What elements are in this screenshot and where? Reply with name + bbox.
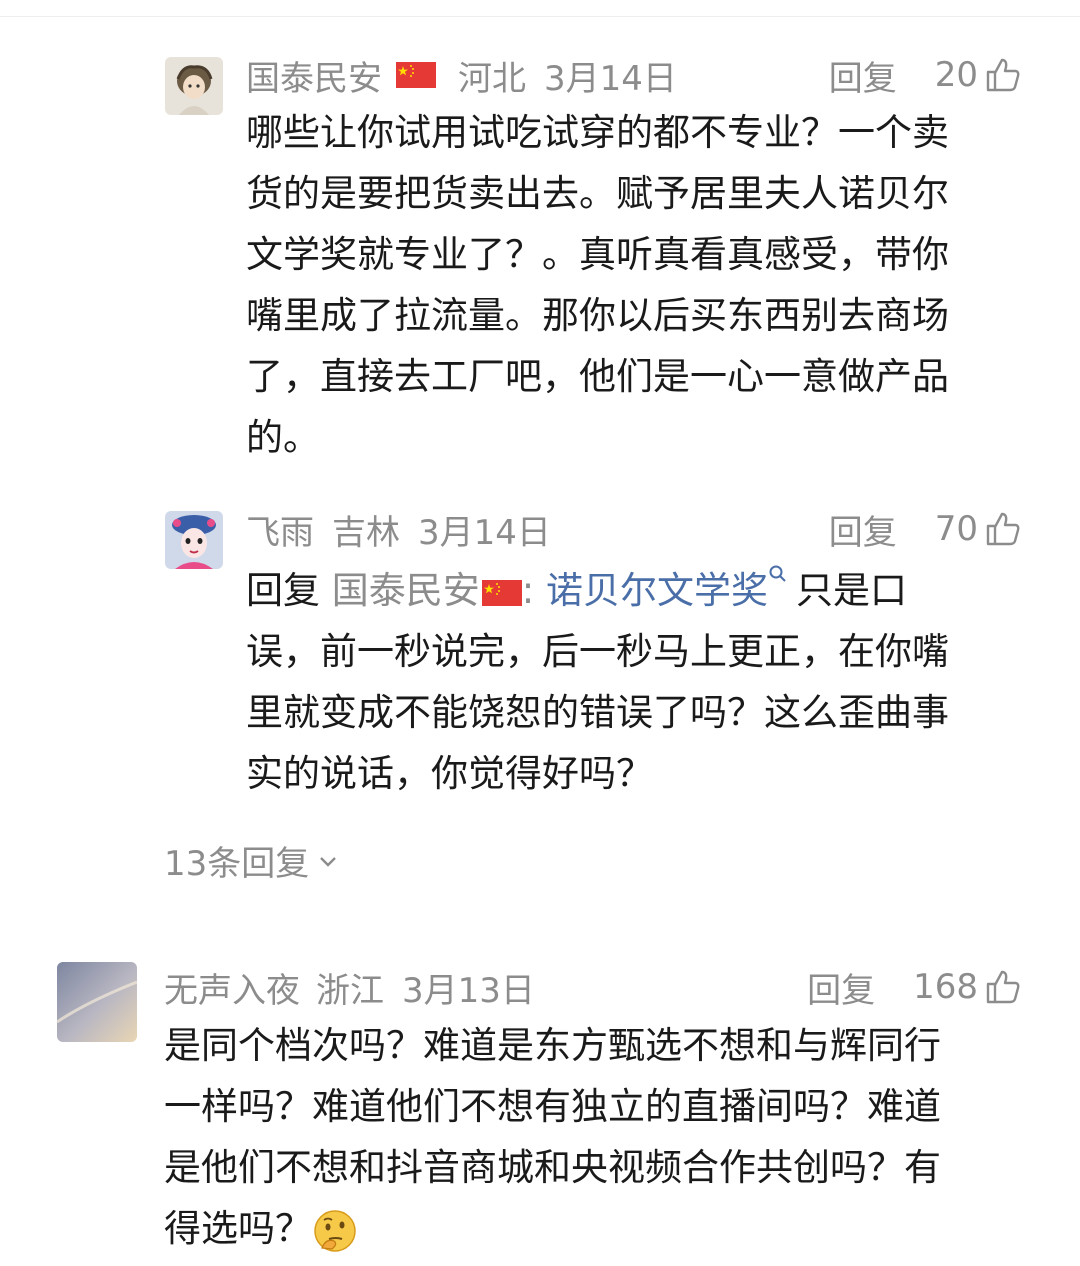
- comment-text: 是同个档次吗？难道是东方甄选不想和与辉同行 一样吗？难道他们不想有独立的直播间吗…: [164, 1015, 941, 1259]
- text-line: 一样吗？难道他们不想有独立的直播间吗？难道: [164, 1085, 941, 1128]
- search-icon[interactable]: [768, 564, 788, 584]
- mention-username[interactable]: 国泰民安: [332, 569, 480, 612]
- text-line: 回复 国泰民安: 诺贝尔文学奖 只是口: [246, 560, 949, 621]
- comment-actions: 回复 70: [829, 505, 1022, 554]
- top-divider: [0, 16, 1080, 17]
- location: 浙江: [316, 970, 384, 1011]
- text-line: 货的是要把货卖出去。赋予居里夫人诺贝尔: [246, 172, 949, 215]
- date: 3月14日: [418, 512, 551, 553]
- like-count: 70: [934, 509, 978, 549]
- comment-text: 哪些让你试用试吃试穿的都不专业？一个卖 货的是要把货卖出去。赋予居里夫人诺贝尔 …: [246, 102, 949, 468]
- date: 3月13日: [402, 970, 535, 1011]
- thumbs-up-icon[interactable]: [984, 510, 1022, 548]
- text-line: 实的说话，你觉得好吗？: [246, 752, 653, 795]
- keyword-link[interactable]: 诺贝尔文学奖: [546, 569, 768, 612]
- text-line: 了，直接去工厂吧，他们是一心一意做产品: [246, 355, 949, 398]
- avatar[interactable]: [57, 962, 137, 1042]
- comment-meta: 国泰民安 河北 3月14日: [246, 51, 677, 100]
- reply-button[interactable]: 回复: [807, 963, 875, 1012]
- text-line: 文学奖就专业了？。真听真看真感受，带你: [246, 233, 949, 276]
- comment-text: 回复 国泰民安: 诺贝尔文学奖 只是口 误，前一秒说完，后一秒马上更正，在你嘴 里…: [246, 560, 949, 804]
- more-replies-link[interactable]: 13条回复: [164, 836, 339, 885]
- avatar[interactable]: [165, 57, 223, 115]
- thumbs-up-icon[interactable]: [984, 968, 1022, 1006]
- reply-button[interactable]: 回复: [829, 51, 897, 100]
- thinking-emoji-icon: [314, 1209, 356, 1252]
- colon: :: [521, 569, 535, 612]
- reply-button[interactable]: 回复: [829, 505, 897, 554]
- location: 河北: [458, 58, 526, 99]
- chevron-down-icon: [320, 856, 337, 867]
- comment-meta: 飞雨 吉林 3月14日: [246, 505, 551, 554]
- like-count: 168: [913, 967, 978, 1007]
- comment-meta: 无声入夜 浙江 3月13日: [164, 963, 535, 1012]
- text-line: 是同个档次吗？难道是东方甄选不想和与辉同行: [164, 1024, 941, 1067]
- comment-actions: 回复 20: [829, 51, 1022, 100]
- like-count: 20: [934, 55, 978, 95]
- text-line: 误，前一秒说完，后一秒马上更正，在你嘴: [246, 630, 949, 673]
- comment-actions: 回复 168: [807, 963, 1022, 1012]
- text-line: 是他们不想和抖音商城和央视频合作共创吗？有: [164, 1146, 941, 1189]
- username[interactable]: 飞雨: [246, 505, 314, 554]
- location: 吉林: [332, 512, 400, 553]
- china-flag-icon: [396, 62, 436, 88]
- text-line: 得选吗？: [164, 1198, 941, 1259]
- avatar[interactable]: [165, 511, 223, 569]
- username[interactable]: 无声入夜: [164, 963, 300, 1012]
- thumbs-up-icon[interactable]: [984, 56, 1022, 94]
- reply-prefix: 回复: [246, 569, 320, 612]
- text-line: 嘴里成了拉流量。那你以后买东西别去商场: [246, 294, 949, 337]
- text-line: 的。: [246, 416, 320, 459]
- text-fragment: 得选吗？: [164, 1207, 312, 1250]
- text-fragment: 只是口: [796, 569, 907, 612]
- date: 3月14日: [544, 58, 677, 99]
- text-line: 哪些让你试用试吃试穿的都不专业？一个卖: [246, 111, 949, 154]
- more-replies-label: 13条回复: [164, 844, 310, 884]
- china-flag-icon: [481, 579, 522, 606]
- text-line: 里就变成不能饶恕的错误了吗？这么歪曲事: [246, 691, 949, 734]
- username[interactable]: 国泰民安: [246, 51, 382, 100]
